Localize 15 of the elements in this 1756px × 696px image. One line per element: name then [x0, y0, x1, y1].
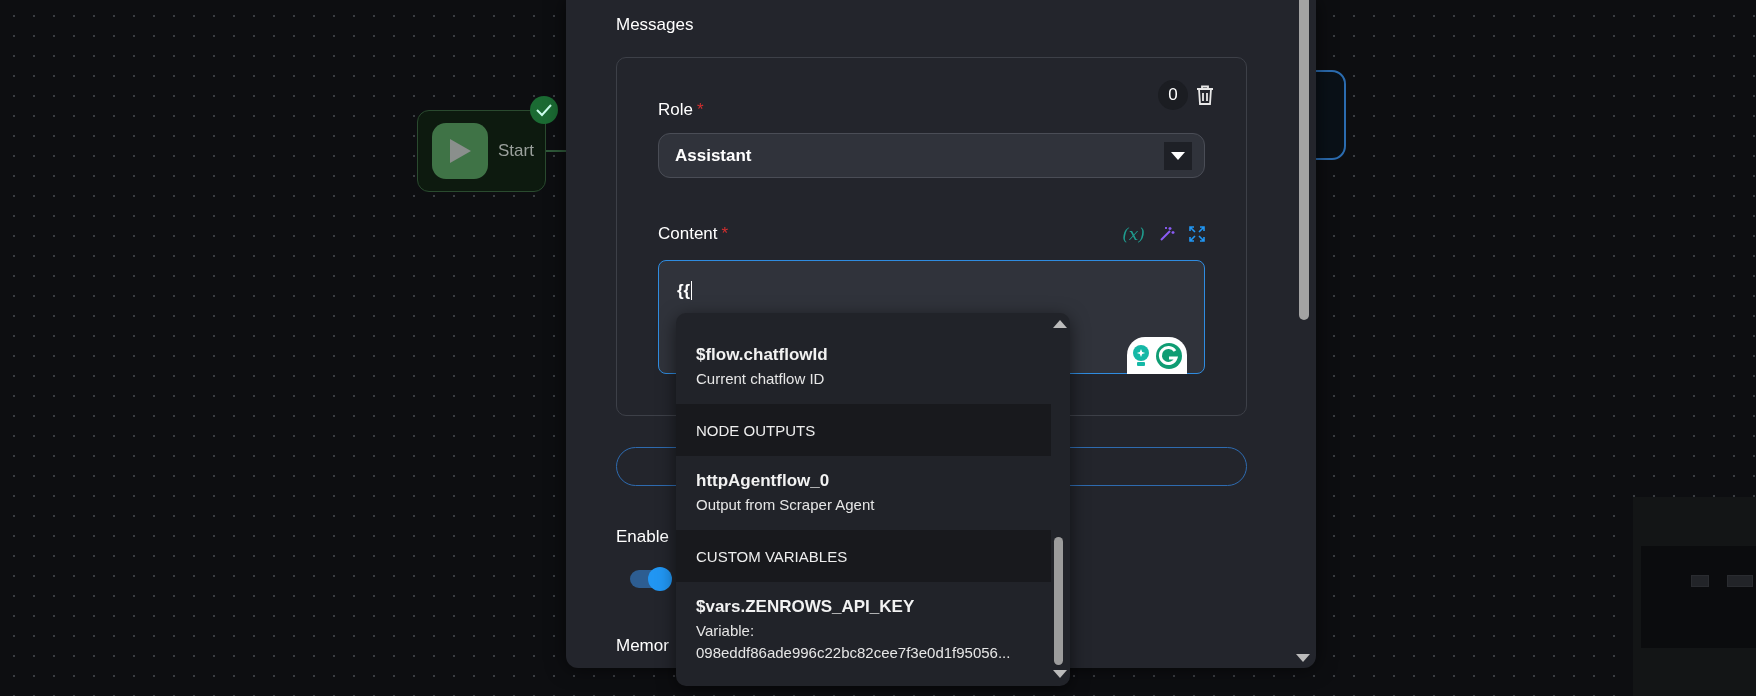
message-count: 0 [1158, 80, 1188, 110]
item-title: $flow.chatflowId [696, 344, 829, 366]
field-label: Content * [658, 223, 729, 245]
field-label: Memor [616, 635, 669, 657]
field-label: Enable [616, 526, 669, 548]
group-header: CUSTOM VARIABLES [676, 530, 1051, 582]
item-description: Variable: 098eddf86ade996c22bc82cee7f3e0d1f95056... [696, 621, 1012, 663]
section-title: Messages [616, 14, 694, 36]
item-title: httpAgentflow_0 [696, 470, 831, 492]
item-description: Current chatflow ID [696, 369, 826, 389]
item-title: $vars.ZENROWS_API_KEY [696, 596, 916, 618]
group-header: NODE OUTPUTS [676, 404, 1051, 456]
field-label: Role * [658, 99, 704, 121]
item-description: Output from Scraper Agent [696, 495, 876, 515]
node-label: Start [498, 141, 534, 161]
